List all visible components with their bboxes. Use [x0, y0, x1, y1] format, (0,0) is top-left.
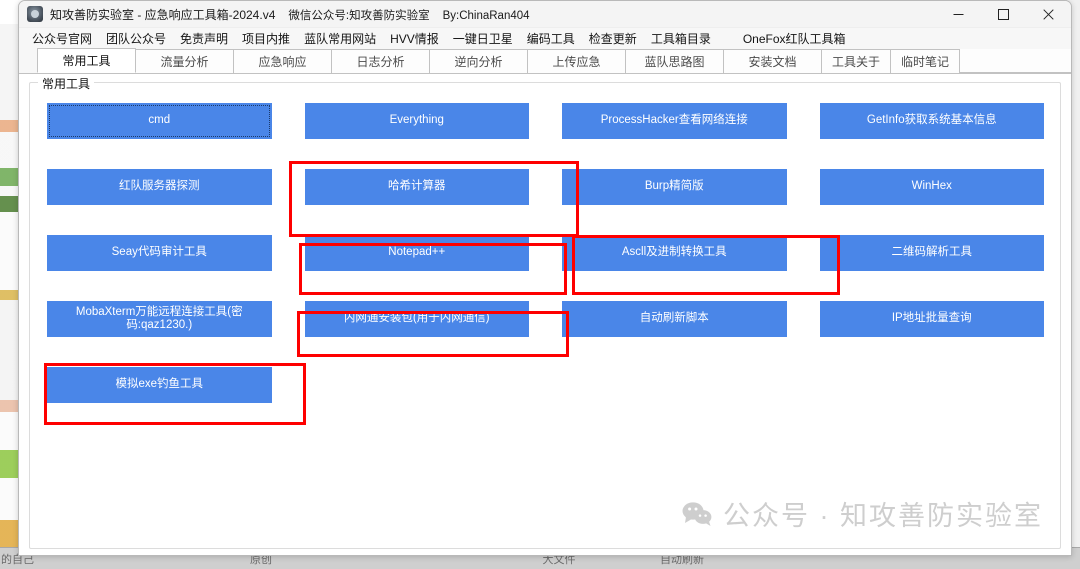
tool-button-6[interactable]: Burp精简版 [562, 169, 787, 205]
maximize-button[interactable] [981, 1, 1026, 28]
menu-item-3[interactable]: 项目内推 [235, 28, 297, 49]
menu-item-0[interactable]: 公众号官网 [25, 28, 99, 49]
window-subtitle: 微信公众号:知攻善防实验室 [288, 9, 430, 22]
tab-7[interactable]: 安装文档 [723, 49, 822, 73]
tab-8[interactable]: 工具关于 [821, 49, 892, 73]
tool-button-13[interactable]: 内网通安装包(用于内网通信) [304, 301, 529, 337]
tool-button-1[interactable]: Everything [304, 103, 529, 139]
tab-strip-filler [959, 49, 1071, 73]
tool-button-0[interactable]: cmd [47, 103, 272, 139]
menu-item-8[interactable]: 检查更新 [582, 28, 644, 49]
tool-button-9[interactable]: Notepad++ [304, 235, 529, 271]
tab-0[interactable]: 常用工具 [37, 48, 136, 73]
tab-2[interactable]: 应急响应 [233, 49, 332, 73]
minimize-button[interactable] [936, 1, 981, 28]
window-author-label: By:ChinaRan404 [442, 9, 530, 22]
tab-1[interactable]: 流量分析 [135, 49, 234, 73]
title-bar[interactable]: 知攻善防实验室 - 应急响应工具箱-2024.v4 微信公众号:知攻善防实验室 … [19, 1, 1071, 28]
menu-item-1[interactable]: 团队公众号 [99, 28, 173, 49]
window-title: 知攻善防实验室 - 应急响应工具箱-2024.v4 [50, 7, 276, 22]
tool-button-12[interactable]: MobaXterm万能远程连接工具(密码:qaz1230.) [47, 301, 272, 337]
menu-item-2[interactable]: 免责声明 [173, 28, 235, 49]
window-controls [936, 1, 1071, 28]
close-button[interactable] [1026, 1, 1071, 28]
application-window: 知攻善防实验室 - 应急响应工具箱-2024.v4 微信公众号:知攻善防实验室 … [18, 0, 1072, 556]
tab-4[interactable]: 逆向分析 [429, 49, 528, 73]
title-text-group: 知攻善防实验室 - 应急响应工具箱-2024.v4 微信公众号:知攻善防实验室 … [50, 6, 530, 23]
group-box-legend: 常用工具 [38, 75, 95, 92]
tool-button-16[interactable]: 模拟exe钓鱼工具 [47, 367, 272, 403]
tool-button-2[interactable]: ProcessHacker查看网络连接 [562, 103, 787, 139]
tab-9[interactable]: 临时笔记 [890, 49, 961, 73]
menu-item-5[interactable]: HVV情报 [383, 28, 446, 49]
tab-strip: 常用工具 流量分析 应急响应 日志分析 逆向分析 上传应急 蓝队思路图 安装文档 工具关于 临时笔… [19, 48, 1071, 74]
tool-button-grid: cmd Everything ProcessHacker查看网络连接 GetInfo获… [47, 103, 1044, 403]
common-tools-group-box: 常用工具 cmd Everything ProcessHacker查看网络连接 Get… [29, 75, 1061, 549]
menu-item-9[interactable]: 工具箱目录 [644, 28, 718, 49]
tool-button-3[interactable]: GetInfo获取系统基本信息 [819, 103, 1044, 139]
tab-3[interactable]: 日志分析 [331, 49, 430, 73]
tool-button-8[interactable]: Seay代码审计工具 [47, 235, 272, 271]
tab-5[interactable]: 上传应急 [527, 49, 626, 73]
menu-bar: 公众号官网 团队公众号 免责声明 项目内推 蓝队常用网站 HVV情报 一键日卫星 编码工具 检查… [19, 28, 1071, 49]
menu-item-7[interactable]: 编码工具 [520, 28, 582, 49]
app-logo-icon [27, 6, 43, 22]
tool-button-11[interactable]: 二维码解析工具 [819, 235, 1044, 271]
menu-item-10[interactable]: OneFox红队工具箱 [736, 28, 853, 49]
tab-6[interactable]: 蓝队思路图 [625, 49, 724, 73]
content-area: 常用工具 cmd Everything ProcessHacker查看网络连接 Get… [19, 74, 1071, 555]
tool-button-4[interactable]: 红队服务器探测 [47, 169, 272, 205]
menu-item-4[interactable]: 蓝队常用网站 [297, 28, 383, 49]
tool-button-7[interactable]: WinHex [819, 169, 1044, 205]
menu-item-6[interactable]: 一键日卫星 [446, 28, 520, 49]
tool-button-15[interactable]: IP地址批量查询 [819, 301, 1044, 337]
tool-button-5[interactable]: 哈希计算器 [304, 169, 529, 205]
tool-button-10[interactable]: Ascll及进制转换工具 [562, 235, 787, 271]
tool-button-14[interactable]: 自动刷新脚本 [562, 301, 787, 337]
